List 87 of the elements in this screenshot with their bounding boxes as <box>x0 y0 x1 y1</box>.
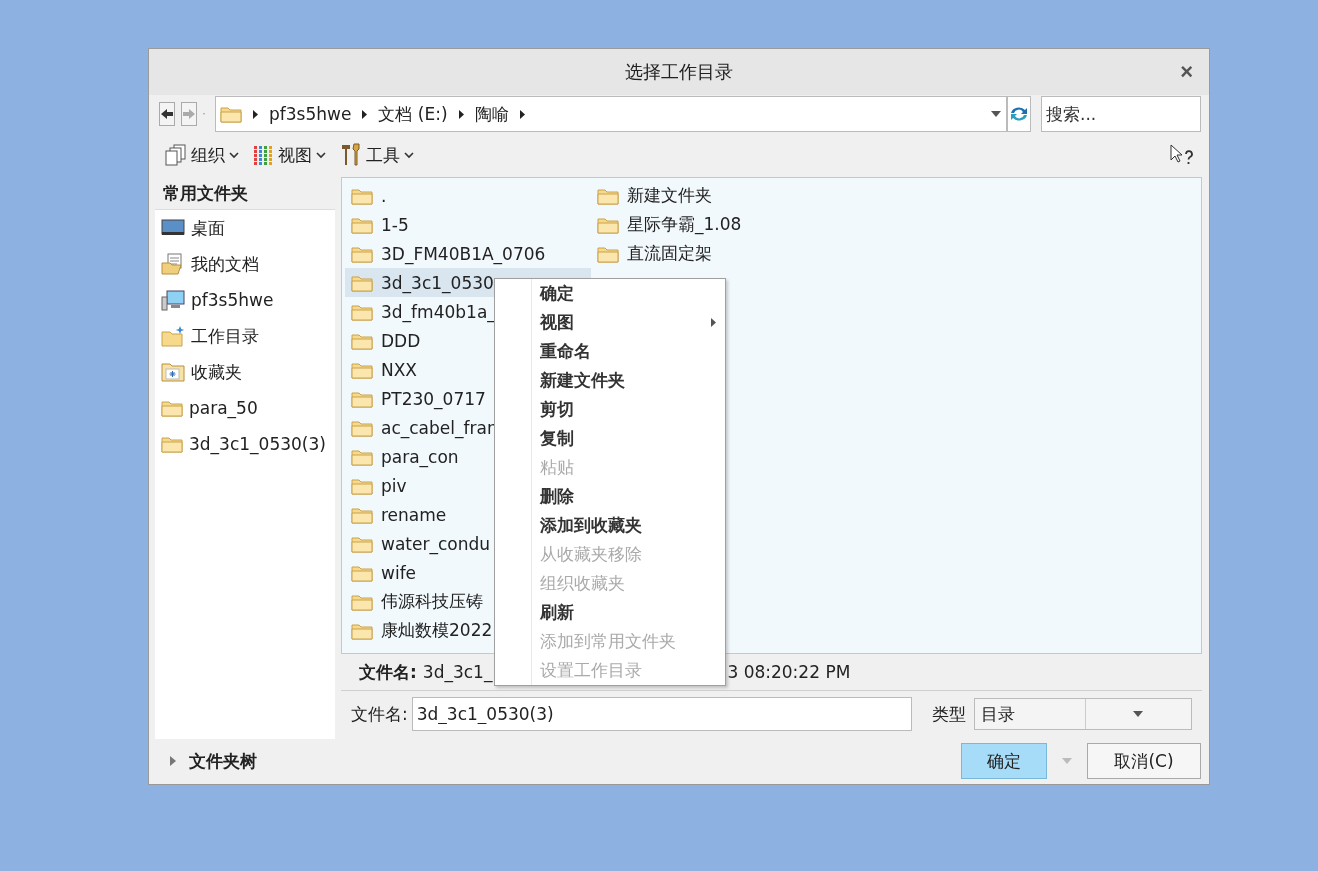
dropdown-arrow-icon[interactable] <box>991 111 1001 117</box>
window-title: 选择工作目录 <box>625 60 733 84</box>
folder-icon <box>351 360 373 379</box>
menu-item[interactable]: 刷新 <box>495 598 725 627</box>
computer-icon <box>161 289 185 311</box>
favorites-folder-icon <box>161 361 185 383</box>
sidebar-heading: 常用文件夹 <box>162 181 249 205</box>
filename-field[interactable]: 3d_3c1_0530(3) <box>411 697 912 731</box>
folder-icon <box>351 389 373 408</box>
folder-icon <box>351 215 373 234</box>
breadcrumb[interactable]: 文档 (E:) <box>378 102 448 126</box>
folder-item[interactable]: 直流固定架 <box>591 239 831 268</box>
folder-item[interactable]: 星际争霸_1.08 <box>591 210 831 239</box>
sidebar-item[interactable]: 收藏夹 <box>155 354 335 390</box>
sidebar-item[interactable]: 桌面 <box>155 210 335 246</box>
folder-icon <box>351 447 373 466</box>
refresh-icon <box>1008 104 1030 124</box>
triangle-right-icon <box>252 108 259 120</box>
toolbar-button[interactable]: 视图 <box>251 141 328 169</box>
folder-icon <box>351 621 373 640</box>
forward-arrow-icon <box>182 108 196 120</box>
menu-item[interactable]: 复制 <box>495 424 725 453</box>
folder-icon <box>597 215 619 234</box>
folder-item[interactable]: 新建文件夹 <box>591 181 831 210</box>
folder-star-icon <box>161 325 185 347</box>
folder-icon <box>351 592 373 611</box>
sidebar-item[interactable]: 工作目录 <box>155 318 335 354</box>
status-date: 3 08:20:22 PM <box>727 662 851 682</box>
folder-icon <box>351 563 373 582</box>
sidebar-item[interactable]: 我的文档 <box>155 246 335 282</box>
folder-tree-toggle[interactable]: 文件夹树 <box>169 749 257 773</box>
folder-icon <box>161 435 183 453</box>
filename-label: 文件名: <box>351 702 408 726</box>
chevron-down-icon <box>404 151 414 159</box>
toolbar-button[interactable]: 工具 <box>338 141 416 169</box>
menu-item[interactable]: 视图 <box>495 308 725 337</box>
tools-icon <box>340 143 362 167</box>
folder-icon <box>161 399 183 417</box>
status-value: 3d_3c1_ <box>422 662 493 682</box>
status-label: 文件名: <box>359 660 417 684</box>
search-field[interactable]: 搜索... <box>1041 96 1201 132</box>
folder-icon <box>351 273 373 292</box>
ok-button[interactable]: 确定 <box>961 743 1047 779</box>
breadcrumb[interactable]: pf3s5hwe <box>269 104 352 124</box>
menu-item[interactable]: 剪切 <box>495 395 725 424</box>
help-cursor-icon[interactable] <box>1169 144 1195 166</box>
chevron-down-icon <box>316 151 326 159</box>
breadcrumb[interactable]: 陶喻 <box>474 102 509 126</box>
close-button[interactable]: × <box>1176 59 1197 85</box>
folder-item[interactable]: 1-5 <box>345 210 591 239</box>
folder-icon <box>351 331 373 350</box>
toolbar-button[interactable]: 组织 <box>163 141 241 169</box>
folder-item[interactable]: 3D_FM40B1A_0706 <box>345 239 591 268</box>
menu-item[interactable]: 新建文件夹 <box>495 366 725 395</box>
dropdown-arrow-icon <box>1133 711 1144 717</box>
grid-icon <box>253 144 274 166</box>
cancel-button[interactable]: 取消(C) <box>1087 743 1201 779</box>
type-label: 类型 <box>931 702 966 726</box>
folder-icon <box>351 505 373 524</box>
folder-item[interactable]: . <box>345 181 591 210</box>
refresh-button[interactable] <box>1007 96 1031 132</box>
folder-icon <box>597 186 619 205</box>
document-folder-icon <box>161 253 185 275</box>
folder-icon <box>351 186 373 205</box>
folder-icon <box>351 418 373 437</box>
menu-item[interactable]: 添加到收藏夹 <box>495 511 725 540</box>
address-bar[interactable]: pf3s5hwe 文档 (E:) 陶喻 <box>215 96 1007 132</box>
triangle-right-icon <box>457 108 465 120</box>
pages-icon <box>165 144 187 166</box>
triangle-right-icon <box>361 108 369 120</box>
sidebar-item[interactable]: para_50 <box>155 390 335 426</box>
folder-icon <box>351 534 373 553</box>
folder-icon <box>351 302 373 321</box>
type-dropdown[interactable]: 目录 <box>973 698 1192 730</box>
monitor-icon <box>161 218 185 238</box>
chevron-down-icon <box>229 151 239 159</box>
menu-item[interactable]: 删除 <box>495 482 725 511</box>
folder-icon <box>220 105 242 123</box>
folder-icon <box>351 476 373 495</box>
folder-icon <box>351 244 373 263</box>
sidebar-item[interactable]: pf3s5hwe <box>155 282 335 318</box>
back-arrow-icon <box>160 108 174 120</box>
sidebar-item[interactable]: 3d_3c1_0530(3) <box>155 426 335 462</box>
folder-icon <box>597 244 619 263</box>
menu-item[interactable]: 重命名 <box>495 337 725 366</box>
triangle-right-icon <box>518 108 526 120</box>
back-button[interactable] <box>159 102 175 126</box>
